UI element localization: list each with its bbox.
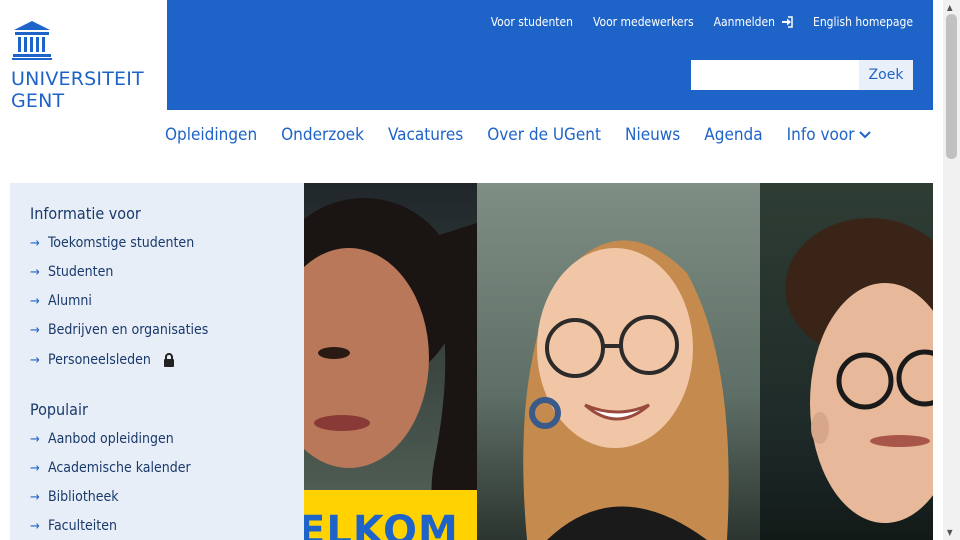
logo-text-line1: UNIVERSITEIT bbox=[11, 68, 144, 90]
top-bar: Voor studenten Voor medewerkers Aanmelde… bbox=[167, 0, 933, 110]
scroll-down-arrow-icon[interactable]: ▼ bbox=[947, 528, 953, 537]
scrollbar-thumb[interactable] bbox=[946, 14, 957, 159]
link-voor-studenten[interactable]: Voor studenten bbox=[491, 15, 573, 29]
nav-vacatures[interactable]: Vacatures bbox=[388, 125, 463, 145]
top-links: Voor studenten Voor medewerkers Aanmelde… bbox=[491, 15, 913, 29]
link-voor-medewerkers[interactable]: Voor medewerkers bbox=[593, 15, 694, 29]
sidebar-item-label: Studenten bbox=[48, 264, 114, 280]
sidebar-item-faculteiten[interactable]: → Faculteiten bbox=[30, 518, 117, 534]
nav-agenda[interactable]: Agenda bbox=[704, 125, 762, 145]
student-portrait-3 bbox=[785, 218, 933, 523]
student-portrait-1 bbox=[304, 198, 477, 540]
nav-info-voor-label: Info voor bbox=[786, 125, 855, 145]
nav-nieuws[interactable]: Nieuws bbox=[625, 125, 680, 145]
link-voor-medewerkers-label: Voor medewerkers bbox=[593, 15, 694, 29]
search-input[interactable] bbox=[691, 60, 859, 90]
nav-opleidingen[interactable]: Opleidingen bbox=[165, 125, 257, 145]
arrow-right-icon: → bbox=[30, 431, 40, 447]
arrow-right-icon: → bbox=[30, 518, 40, 534]
arrow-right-icon: → bbox=[30, 264, 40, 280]
sidebar-item-label: Bibliotheek bbox=[48, 489, 119, 505]
link-voor-studenten-label: Voor studenten bbox=[490, 15, 574, 29]
arrow-right-icon: → bbox=[30, 293, 40, 309]
sidebar-item-studenten[interactable]: → Studenten bbox=[30, 264, 113, 280]
university-building-icon bbox=[12, 21, 52, 60]
sidebar-item-label: Faculteiten bbox=[48, 518, 117, 534]
sidebar-item-alumni[interactable]: → Alumni bbox=[30, 293, 92, 309]
ugent-logo[interactable]: UNIVERSITEIT GENT bbox=[0, 0, 167, 112]
nav-onderzoek[interactable]: Onderzoek bbox=[281, 125, 364, 145]
sidebar-info: Informatie voor → Toekomstige studenten … bbox=[10, 183, 304, 540]
search-bar: Zoek bbox=[691, 60, 913, 90]
main-navigation: Opleidingen Onderzoek Vacatures Over de … bbox=[165, 125, 871, 145]
sidebar-item-label: Personeelsleden bbox=[48, 352, 151, 368]
arrow-right-icon: → bbox=[30, 460, 40, 476]
link-aanmelden-label: Aanmelden bbox=[713, 15, 775, 29]
hero-photo-student-3 bbox=[760, 183, 933, 540]
sidebar-item-bedrijven[interactable]: → Bedrijven en organisaties bbox=[30, 322, 208, 338]
sidebar-item-personeelsleden[interactable]: → Personeelsleden bbox=[30, 352, 175, 368]
heading-informatie-voor: Informatie voor bbox=[30, 204, 141, 223]
sign-in-icon bbox=[782, 16, 793, 28]
nav-info-voor[interactable]: Info voor bbox=[787, 125, 871, 145]
sidebar-item-label: Alumni bbox=[48, 293, 92, 309]
link-english-homepage-label: English homepage bbox=[813, 15, 913, 29]
link-english-homepage[interactable]: English homepage bbox=[813, 15, 913, 29]
lock-icon bbox=[163, 353, 174, 367]
search-button[interactable]: Zoek bbox=[859, 60, 913, 90]
arrow-right-icon: → bbox=[30, 352, 40, 368]
student-portrait-2 bbox=[523, 240, 729, 540]
hero-photo-student-1 bbox=[304, 183, 477, 540]
welcome-banner-text: ELKOM bbox=[304, 508, 459, 540]
sidebar-item-toekomstige-studenten[interactable]: → Toekomstige studenten bbox=[30, 235, 194, 251]
sidebar-item-aanbod-opleidingen[interactable]: → Aanbod opleidingen bbox=[30, 431, 174, 447]
scroll-up-arrow-icon[interactable]: ▲ bbox=[947, 3, 953, 12]
logo-text-line2: GENT bbox=[11, 90, 65, 112]
nav-over-de-ugent[interactable]: Over de UGent bbox=[487, 125, 601, 145]
sidebar-item-academische-kalender[interactable]: → Academische kalender bbox=[30, 460, 191, 476]
sidebar-item-bibliotheek[interactable]: → Bibliotheek bbox=[30, 489, 119, 505]
arrow-right-icon: → bbox=[30, 322, 40, 338]
link-aanmelden[interactable]: Aanmelden bbox=[714, 15, 793, 29]
hero-image[interactable]: ELKOM bbox=[304, 183, 933, 540]
sidebar-item-label: Academische kalender bbox=[48, 460, 191, 476]
arrow-right-icon: → bbox=[30, 235, 40, 251]
sidebar-item-label: Aanbod opleidingen bbox=[48, 431, 174, 447]
sidebar-item-label: Bedrijven en organisaties bbox=[48, 322, 209, 338]
chevron-down-icon bbox=[858, 131, 871, 139]
page-scrollbar[interactable]: ▲ ▼ bbox=[943, 0, 960, 540]
arrow-right-icon: → bbox=[30, 489, 40, 505]
sidebar-item-label: Toekomstige studenten bbox=[48, 235, 195, 251]
heading-populair: Populair bbox=[30, 400, 88, 419]
hero-photo-student-2 bbox=[477, 183, 760, 540]
